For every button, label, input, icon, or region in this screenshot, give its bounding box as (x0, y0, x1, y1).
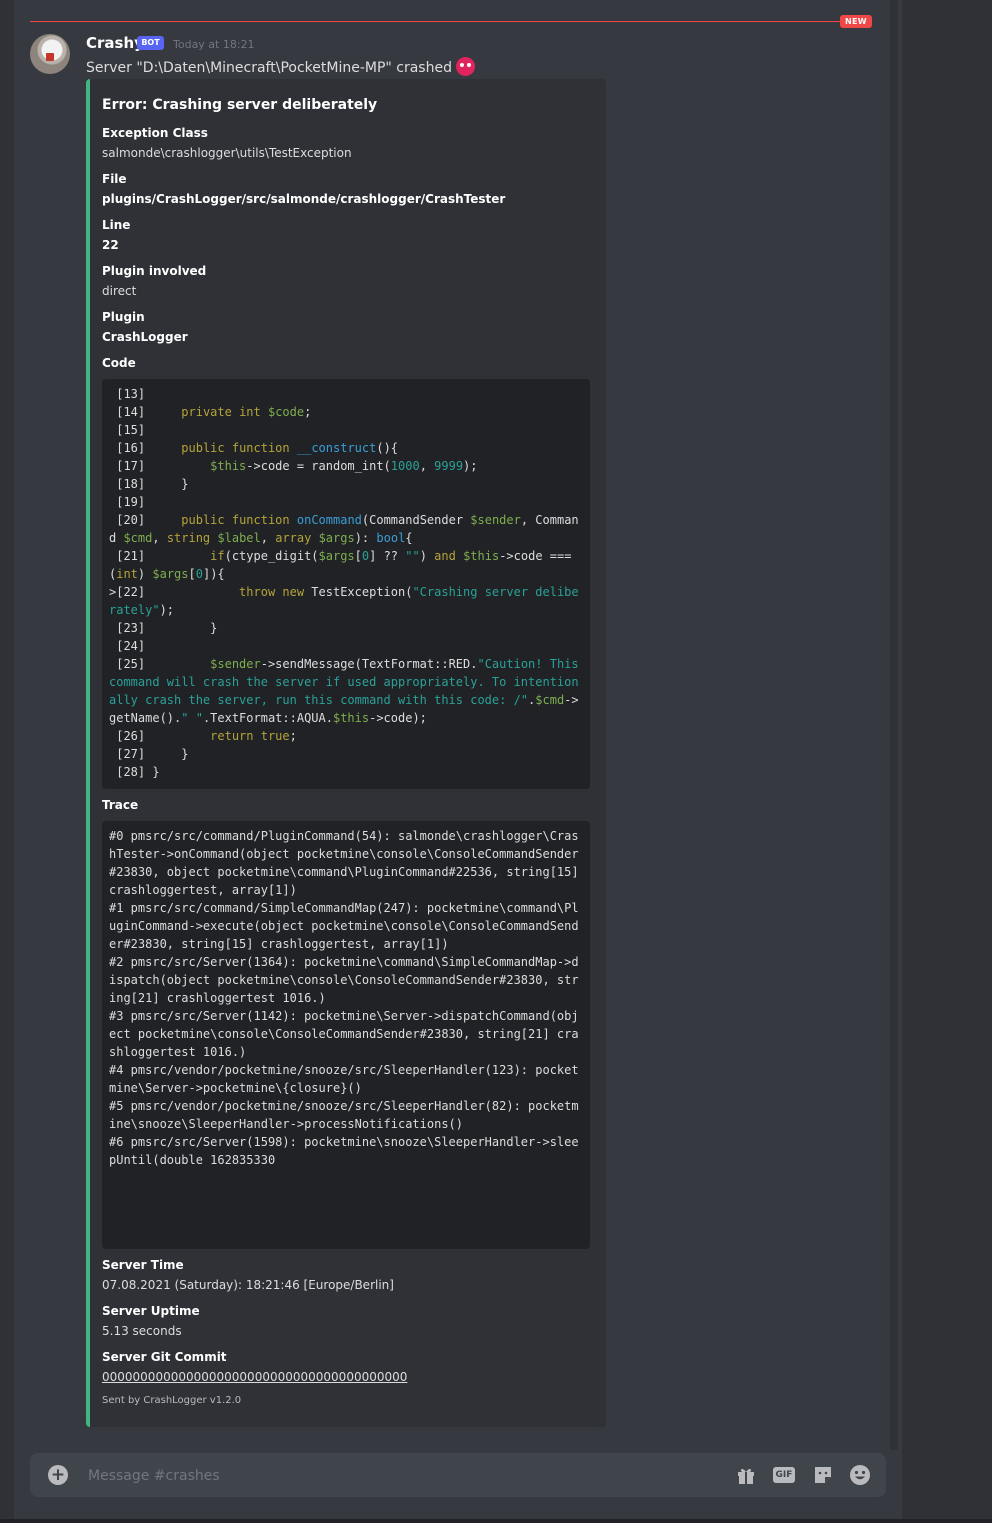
message-text: Server "D:\Daten\Minecraft\PocketMine-MP… (86, 60, 452, 76)
message-author[interactable]: Crashy (86, 34, 144, 52)
field-name-server-time: Server Time (102, 1258, 184, 1272)
code-line: [24] (109, 639, 146, 653)
code-line: [16] public function __construct(){ (109, 441, 399, 455)
code-line: [28] } (109, 765, 160, 779)
plus-circle-icon[interactable]: + (48, 1465, 68, 1485)
bot-tag: BOT (137, 36, 164, 50)
avatar[interactable] (30, 34, 70, 74)
code-line: [23] } (109, 621, 218, 635)
gif-label: GIF (773, 1467, 795, 1483)
trace-block: #0 pmsrc/src/command/PluginCommand(54): … (102, 821, 590, 1249)
field-value-plugin: CrashLogger (102, 330, 188, 344)
message-input[interactable] (86, 1465, 710, 1487)
field-name-line: Line (102, 218, 131, 232)
message-composer: + GIF (30, 1453, 886, 1497)
gift-icon[interactable] (735, 1464, 757, 1486)
field-name-trace: Trace (102, 798, 139, 812)
embed-footer: Sent by CrashLogger v1.2.0 (102, 1395, 242, 1406)
code-line: [18] } (109, 477, 189, 491)
field-name-exception-class: Exception Class (102, 126, 208, 140)
code-line: [25] $sender->sendMessage(TextFormat::RE… (109, 657, 586, 725)
new-messages-badge[interactable]: NEW (840, 15, 872, 28)
message-content: Server "D:\Daten\Minecraft\PocketMine-MP… (86, 57, 475, 76)
emoji-icon[interactable] (849, 1464, 871, 1486)
code-line: [27] } (109, 747, 189, 761)
code-line: [20] public function onCommand(CommandSe… (109, 513, 579, 545)
field-name-server-uptime: Server Uptime (102, 1304, 200, 1318)
bottom-edge (0, 1519, 992, 1523)
field-name-git-commit: Server Git Commit (102, 1350, 227, 1364)
field-value-file: plugins/CrashLogger/src/salmonde/crashlo… (102, 192, 506, 206)
code-line: [17] $this->code = random_int(1000, 9999… (109, 459, 478, 473)
code-line: [26] return true; (109, 729, 297, 743)
sticker-icon[interactable] (812, 1464, 834, 1486)
field-value-plugin-involved: direct (102, 284, 137, 298)
member-list-area (902, 0, 992, 1523)
field-name-code: Code (102, 356, 136, 370)
code-line: [13] (109, 387, 146, 401)
gif-icon[interactable]: GIF (773, 1464, 795, 1486)
embed-title: Error: Crashing server deliberately (102, 97, 378, 113)
field-value-server-uptime: 5.13 seconds (102, 1324, 182, 1338)
message-timestamp: Today at 18:21 (173, 38, 255, 51)
field-value-server-time: 07.08.2021 (Saturday): 18:21:46 [Europe/… (102, 1278, 394, 1292)
scrollbar[interactable] (890, 0, 898, 1450)
field-name-file: File (102, 172, 127, 186)
code-line: >[22] throw new TestException("Crashing … (109, 585, 579, 617)
sidebar-edge (0, 0, 14, 1523)
field-value-line: 22 (102, 238, 119, 252)
field-name-plugin: Plugin (102, 310, 145, 324)
crash-embed: Error: Crashing server deliberately Exce… (86, 79, 606, 1427)
code-line: [15] (109, 423, 146, 437)
git-commit-link[interactable]: 0000000000000000000000000000000000000000 (102, 1370, 407, 1384)
code-block: [13] [14] private int $code; [15] [16] p… (102, 379, 590, 789)
new-messages-divider (30, 21, 842, 22)
angry-face-emoji-icon (455, 57, 475, 76)
field-value-exception-class: salmonde\crashlogger\utils\TestException (102, 146, 352, 160)
field-name-plugin-involved: Plugin involved (102, 264, 207, 278)
code-line: [14] private int $code; (109, 405, 312, 419)
code-line: [21] if(ctype_digit($args[0] ?? "") and … (109, 549, 579, 581)
code-line: [19] (109, 495, 146, 509)
